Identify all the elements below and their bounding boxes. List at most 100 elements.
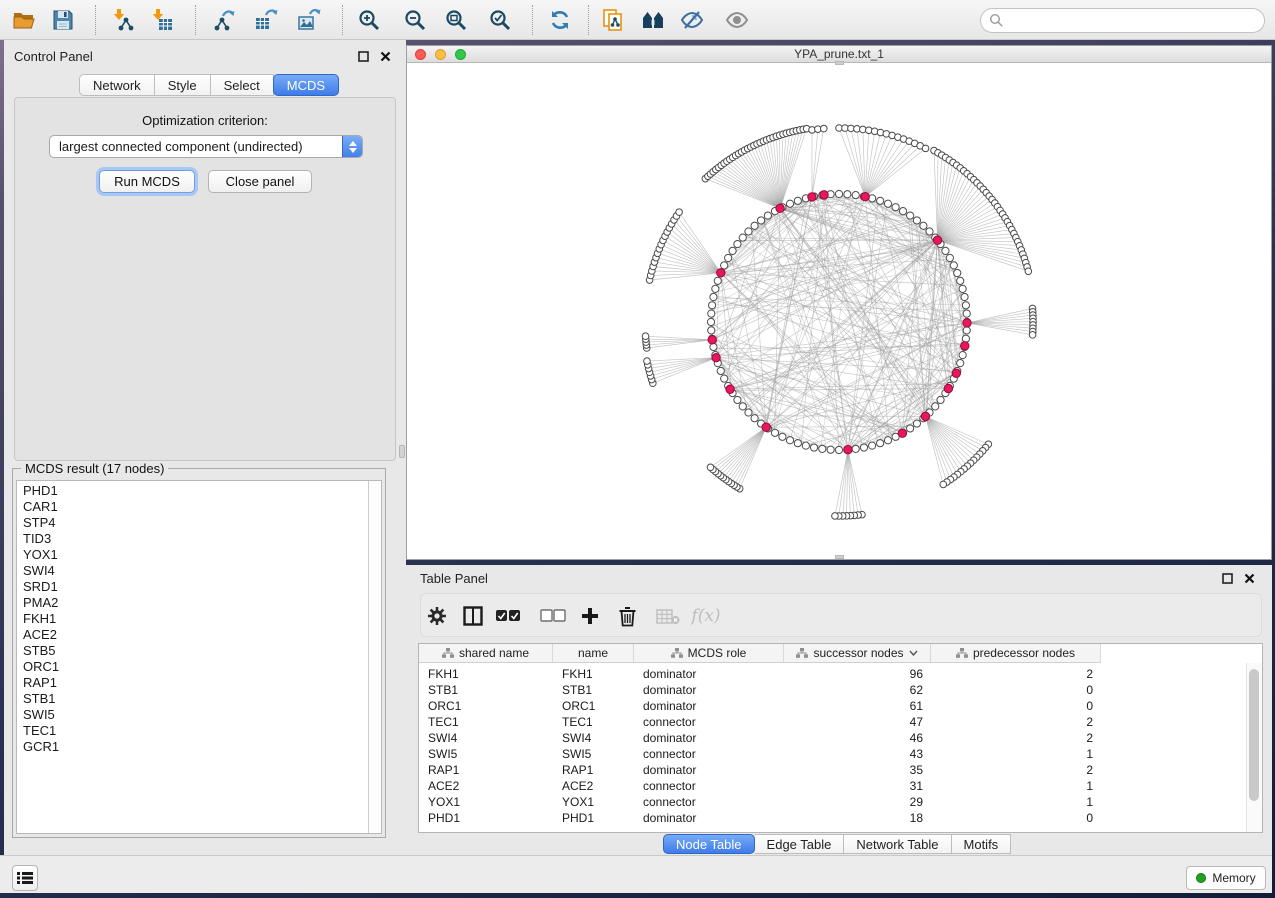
traffic-close-button[interactable] (415, 49, 426, 60)
cell-mcds-role: connector (634, 778, 784, 794)
float-panel-button[interactable] (1221, 572, 1234, 585)
tab-node-table[interactable]: Node Table (663, 834, 755, 854)
traffic-minimize-button[interactable] (435, 49, 446, 60)
tab-mcds[interactable]: MCDS (273, 74, 339, 96)
save-session-button[interactable] (50, 7, 76, 33)
export-image-button[interactable] (296, 7, 322, 33)
list-item[interactable]: STB1 (23, 691, 368, 707)
close-panel-button[interactable] (1243, 572, 1256, 585)
list-scrollbar[interactable] (368, 481, 381, 833)
first-neighbors-button[interactable] (640, 7, 666, 33)
table-scrollbar[interactable] (1246, 663, 1262, 832)
tab-network-table[interactable]: Network Table (844, 834, 951, 854)
table-row[interactable]: RAP1RAP1dominator352 (419, 762, 1101, 778)
splitter-handle[interactable] (835, 61, 844, 65)
network-canvas[interactable] (407, 63, 1271, 559)
list-item[interactable]: STP4 (23, 515, 368, 531)
save-icon (51, 8, 75, 32)
import-network-button[interactable] (110, 7, 136, 33)
column-header-name[interactable]: name (553, 644, 634, 663)
column-header-successor-nodes[interactable]: successor nodes (784, 644, 931, 663)
zoom-in-button[interactable] (356, 7, 382, 33)
table-row[interactable]: STB1STB1dominator620 (419, 682, 1101, 698)
table-row[interactable]: SWI5SWI5connector431 (419, 746, 1101, 762)
float-panel-button[interactable] (357, 50, 370, 63)
list-item[interactable]: PHD1 (23, 483, 368, 499)
tab-network[interactable]: Network (79, 74, 155, 96)
delete-table-button-disabled (655, 603, 681, 629)
tree-icon (442, 648, 454, 658)
table-row[interactable]: YOX1YOX1connector291 (419, 794, 1101, 810)
table-row[interactable]: PHD1PHD1dominator180 (419, 810, 1101, 826)
cell-successor: 29 (784, 794, 931, 810)
run-mcds-button[interactable]: Run MCDS (99, 170, 195, 193)
eye-slash-icon (680, 8, 704, 32)
close-panel-button-mcds[interactable]: Close panel (208, 170, 312, 193)
close-panel-button[interactable] (379, 50, 392, 63)
import-network-icon (111, 8, 135, 32)
eye-icon (725, 8, 749, 32)
memory-button[interactable]: Memory (1186, 866, 1266, 890)
tab-motifs[interactable]: Motifs (952, 834, 1012, 854)
unselect-all-button[interactable] (540, 603, 566, 629)
column-header-shared-name[interactable]: shared name (419, 644, 553, 663)
list-item[interactable]: YOX1 (23, 547, 368, 563)
zoom-fit-button[interactable] (443, 7, 469, 33)
traffic-zoom-button[interactable] (455, 49, 466, 60)
splitter-handle[interactable] (835, 555, 844, 559)
new-network-from-selection-button[interactable] (600, 7, 626, 33)
column-label: shared name (459, 646, 529, 660)
tab-select[interactable]: Select (211, 74, 274, 96)
list-item[interactable]: FKH1 (23, 611, 368, 627)
create-column-button[interactable] (577, 603, 603, 629)
table-row[interactable]: TEC1TEC1connector472 (419, 714, 1101, 730)
show-task-history-button[interactable] (12, 865, 38, 891)
trash-icon (618, 606, 637, 627)
import-table-button[interactable] (149, 7, 175, 33)
network-window: YPA_prune.txt_1 (406, 45, 1272, 560)
list-item[interactable]: ACE2 (23, 627, 368, 643)
delete-column-button[interactable] (614, 603, 640, 629)
tab-style[interactable]: Style (155, 74, 211, 96)
chevron-down-icon (349, 148, 357, 153)
show-column-panel-button[interactable] (460, 603, 486, 629)
scrollbar-thumb[interactable] (1249, 669, 1259, 801)
zoom-out-button[interactable] (402, 7, 428, 33)
column-header-mcds-role[interactable]: MCDS role (634, 644, 784, 663)
table-row[interactable]: SWI4SWI4dominator462 (419, 730, 1101, 746)
list-item[interactable]: SRD1 (23, 579, 368, 595)
column-label: name (578, 646, 608, 660)
cell-name: FKH1 (553, 666, 634, 682)
list-item[interactable]: TEC1 (23, 723, 368, 739)
list-item[interactable]: CAR1 (23, 499, 368, 515)
column-header-predecessor-nodes[interactable]: predecessor nodes (931, 644, 1101, 663)
list-item[interactable]: ORC1 (23, 659, 368, 675)
table-row[interactable]: ORC1ORC1dominator610 (419, 698, 1101, 714)
apply-layout-button[interactable] (547, 7, 573, 33)
select-all-button[interactable] (495, 603, 521, 629)
list-item[interactable]: SWI5 (23, 707, 368, 723)
list-item[interactable]: TID3 (23, 531, 368, 547)
tab-edge-table[interactable]: Edge Table (755, 834, 845, 854)
column-label: MCDS role (688, 646, 747, 660)
cell-predecessor: 0 (931, 698, 1101, 714)
table-row[interactable]: ACE2ACE2connector311 (419, 778, 1101, 794)
list-item[interactable]: RAP1 (23, 675, 368, 691)
zoom-selected-button[interactable] (487, 7, 513, 33)
hide-selected-button[interactable] (679, 7, 705, 33)
export-network-button[interactable] (212, 7, 238, 33)
search-input[interactable] (1010, 14, 1256, 28)
optimization-criterion-select[interactable]: largest connected component (undirected) (49, 135, 363, 158)
export-table-button[interactable] (253, 7, 279, 33)
table-row[interactable]: FKH1FKH1dominator962 (419, 666, 1101, 682)
splitter-handle[interactable] (399, 445, 405, 458)
list-item[interactable]: GCR1 (23, 739, 368, 755)
cell-successor: 46 (784, 730, 931, 746)
list-item[interactable]: PMA2 (23, 595, 368, 611)
mcds-tab-content: Optimization criterion: largest connecte… (14, 97, 396, 461)
list-item[interactable]: SWI4 (23, 563, 368, 579)
table-settings-button[interactable] (424, 603, 450, 629)
open-file-button[interactable] (11, 7, 37, 33)
list-item[interactable]: STB5 (23, 643, 368, 659)
show-all-button[interactable] (724, 7, 750, 33)
